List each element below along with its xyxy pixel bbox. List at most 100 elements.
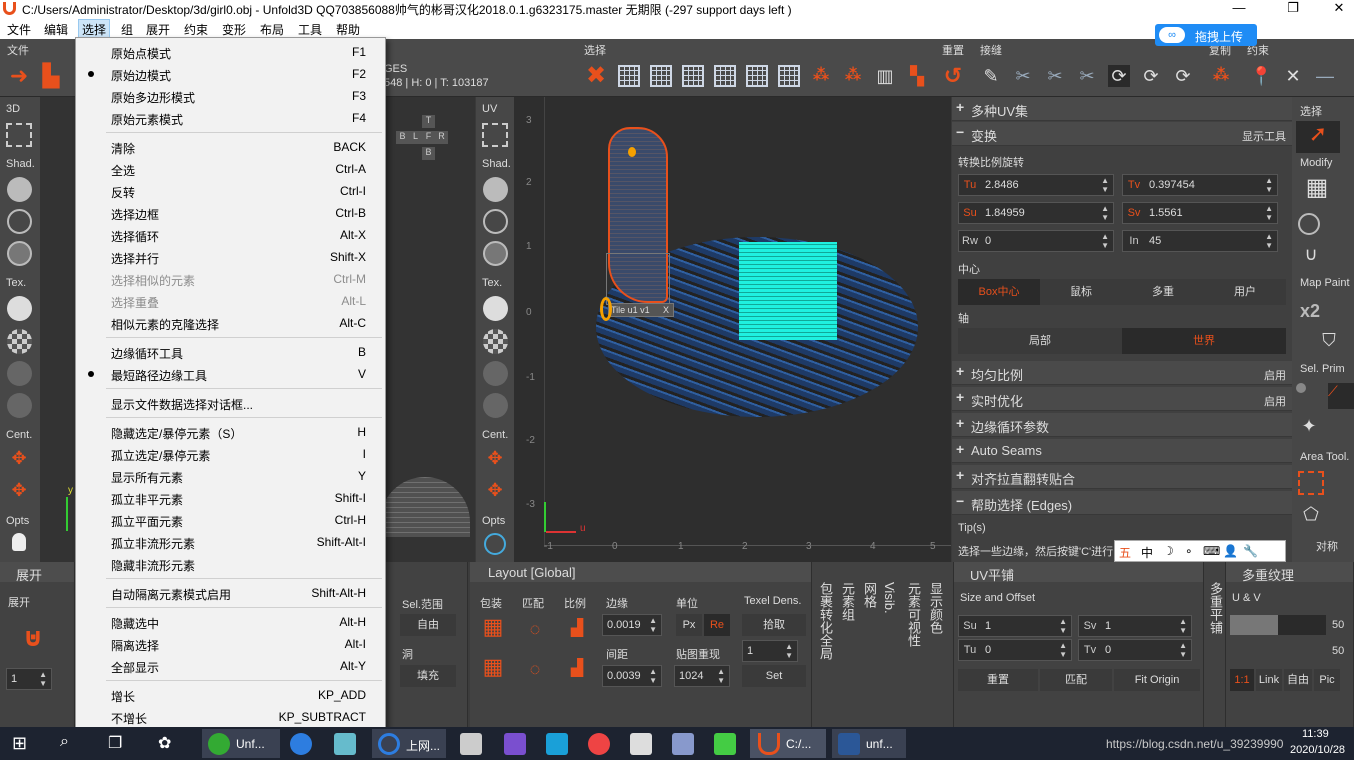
menu-select-parallel[interactable]: 选择并行Shift-X bbox=[77, 246, 384, 268]
su-value[interactable]: 1.84959 bbox=[985, 207, 1025, 219]
center-multi-button[interactable]: 多重 bbox=[1122, 279, 1204, 305]
cubes-icon[interactable]: ▚ bbox=[906, 65, 928, 87]
tab-element-group[interactable]: 元素组 bbox=[838, 582, 857, 621]
rw-field[interactable]: Rw 0 ▲▼ bbox=[958, 230, 1114, 252]
unfold-iter-spin-icon[interactable]: ▲▼ bbox=[39, 670, 47, 688]
view-cube-top[interactable]: T bbox=[422, 115, 435, 128]
link-button[interactable]: Link bbox=[1256, 669, 1282, 691]
copy-icon[interactable]: ⁂ bbox=[1210, 65, 1232, 87]
menu-isolate-selection[interactable]: 隔离选择Alt-I bbox=[77, 633, 384, 655]
menu-isolate-nonflat[interactable]: 孤立非平元素Shift-I bbox=[77, 487, 384, 509]
tab-grid[interactable]: 网格 bbox=[860, 582, 879, 608]
menu-invert[interactable]: 反转Ctrl-I bbox=[77, 180, 384, 202]
menu-hide-selection[interactable]: 隐藏选中Alt-H bbox=[77, 611, 384, 633]
menu-shrink[interactable]: 不增长KP_SUBTRACT bbox=[77, 706, 384, 728]
shade-wire-sphere-icon[interactable] bbox=[7, 241, 32, 266]
menu-select-border[interactable]: 选择边框Ctrl-B bbox=[77, 202, 384, 224]
unit-re-button[interactable]: Re bbox=[704, 614, 730, 636]
tu-value[interactable]: 2.8486 bbox=[985, 179, 1019, 191]
notebook-icon[interactable] bbox=[334, 733, 356, 755]
tile-tv-spin-icon[interactable]: ▲▼ bbox=[1179, 641, 1187, 659]
uv-tex-sphere-3-icon[interactable] bbox=[483, 393, 508, 418]
tile-su-field[interactable]: Su 1 ▲▼ bbox=[958, 615, 1072, 637]
bars-icon[interactable]: ▥ bbox=[874, 65, 896, 87]
select-grid-6-icon[interactable] bbox=[778, 65, 800, 87]
menu-isolate-flat[interactable]: 孤立平面元素Ctrl-H bbox=[77, 509, 384, 531]
texel-pick-button[interactable]: 拾取 bbox=[742, 614, 806, 636]
uv-tex-sphere-icon[interactable] bbox=[483, 296, 508, 321]
menu-shortest-path-tool[interactable]: 最短路径边缘工具V bbox=[77, 363, 384, 385]
x2-label[interactable]: x2 bbox=[1300, 301, 1320, 322]
baidu-upload-button[interactable]: ∞ 拖拽上传 bbox=[1155, 24, 1257, 46]
modify-sphere-icon[interactable] bbox=[1298, 213, 1320, 235]
rw-value[interactable]: 0 bbox=[985, 235, 991, 247]
menu-edge-mode[interactable]: 原始边模式F2 bbox=[77, 63, 384, 85]
bird-app-icon[interactable] bbox=[672, 733, 694, 755]
area-rect-icon[interactable] bbox=[1298, 471, 1324, 495]
ime-keyboard-icon[interactable]: ⌨ bbox=[1203, 544, 1220, 558]
menu-element-mode[interactable]: 原始元素模式F4 bbox=[77, 107, 384, 129]
task-view-icon[interactable]: ❐ bbox=[108, 733, 130, 755]
shade-sphere-icon[interactable] bbox=[7, 177, 32, 202]
center-box-button[interactable]: Box中心 bbox=[958, 279, 1040, 305]
sel-auto-button[interactable]: 自由 bbox=[400, 614, 456, 636]
tv-spin-icon[interactable]: ▲▼ bbox=[1265, 176, 1273, 194]
spacing-field[interactable]: 0.0039 ▲▼ bbox=[602, 665, 662, 687]
taskbar-app-unfold-active[interactable]: C:/... bbox=[750, 729, 826, 758]
uv-shade-wire-sphere-icon[interactable] bbox=[483, 241, 508, 266]
pinwheel-icon[interactable]: ✿ bbox=[158, 733, 180, 755]
in-spin-icon[interactable]: ▲▼ bbox=[1265, 232, 1273, 250]
fill-hole-button[interactable]: 填充 bbox=[400, 665, 456, 687]
pack-icon[interactable]: ▦ bbox=[480, 616, 506, 638]
tv-value[interactable]: 0.397454 bbox=[1149, 179, 1195, 191]
calculator-icon[interactable] bbox=[460, 733, 482, 755]
line-icon[interactable]: — bbox=[1314, 65, 1336, 87]
center-icon[interactable]: ✥ bbox=[7, 447, 31, 469]
weld-2-icon[interactable]: ✂ bbox=[1044, 65, 1066, 87]
checker-sphere-icon[interactable] bbox=[7, 329, 32, 354]
center-2-icon[interactable]: ✥ bbox=[7, 479, 31, 501]
realtime-optimize-enable[interactable]: 启用 bbox=[1264, 393, 1286, 409]
pin-icon[interactable]: 📍 bbox=[1250, 65, 1272, 87]
center-user-button[interactable]: 用户 bbox=[1204, 279, 1286, 305]
tile-tu-spin-icon[interactable]: ▲▼ bbox=[1059, 641, 1067, 659]
tile-sv-value[interactable]: 1 bbox=[1105, 620, 1111, 632]
select-arrow-icon[interactable]: ➚ bbox=[1296, 121, 1340, 153]
seam-auto-icon[interactable]: ⟳ bbox=[1108, 65, 1130, 87]
menu-clear[interactable]: 清除BACK bbox=[77, 136, 384, 158]
view-cube-front[interactable]: F bbox=[422, 131, 435, 144]
sv-field[interactable]: Sv 1.5561 ▲▼ bbox=[1122, 202, 1278, 224]
menu-grow[interactable]: 增长KP_ADD bbox=[77, 684, 384, 706]
area-lasso-icon[interactable]: ⬠ bbox=[1298, 503, 1324, 525]
in-field[interactable]: In 45 ▲▼ bbox=[1122, 230, 1278, 252]
weld-3-icon[interactable]: ✂ bbox=[1076, 65, 1098, 87]
menu-unfold[interactable]: 展开 bbox=[146, 21, 170, 38]
texel-field[interactable]: 1 ▲▼ bbox=[742, 640, 798, 662]
menu-clone-select[interactable]: 相似元素的克隆选择Alt-C bbox=[77, 312, 384, 334]
zbrush-icon[interactable] bbox=[630, 733, 652, 755]
unfold-u-icon[interactable]: ⊍ bbox=[18, 626, 48, 648]
tile-su-value[interactable]: 1 bbox=[985, 620, 991, 632]
shield-icon[interactable]: ⛉ bbox=[1318, 329, 1340, 351]
tile-close-button[interactable]: X bbox=[663, 305, 669, 315]
menu-help[interactable]: 帮助 bbox=[336, 21, 360, 38]
ime-user-icon[interactable]: 👤 bbox=[1223, 544, 1238, 558]
view-cube-bottom-left[interactable]: B bbox=[396, 131, 409, 144]
select-grid-3-icon[interactable] bbox=[682, 65, 704, 87]
tu-field[interactable]: Tu 2.8486 ▲▼ bbox=[958, 174, 1114, 196]
uv-refresh-icon[interactable] bbox=[484, 533, 506, 555]
uniform-scale-enable[interactable]: 启用 bbox=[1264, 367, 1286, 383]
uv-shell-selected[interactable] bbox=[739, 242, 837, 340]
tu-spin-icon[interactable]: ▲▼ bbox=[1101, 176, 1109, 194]
menu-layout[interactable]: 布局 bbox=[260, 21, 284, 38]
minimize-button[interactable]: — bbox=[1216, 0, 1262, 18]
menu-edit[interactable]: 编辑 bbox=[44, 21, 68, 38]
uv-frame-icon[interactable] bbox=[482, 123, 508, 147]
player-icon[interactable] bbox=[714, 733, 736, 755]
uv-center-2-icon[interactable]: ✥ bbox=[483, 479, 507, 501]
section-auto-seams[interactable]: +Auto Seams bbox=[952, 439, 1292, 463]
map-size-spin-icon[interactable]: ▲▼ bbox=[717, 667, 725, 685]
menu-file-data-dialog[interactable]: 显示文件数据选择对话框... bbox=[77, 392, 384, 414]
tile-reset-button[interactable]: 重置 bbox=[958, 669, 1038, 691]
menu-show-all-elements[interactable]: 显示所有元素Y bbox=[77, 465, 384, 487]
